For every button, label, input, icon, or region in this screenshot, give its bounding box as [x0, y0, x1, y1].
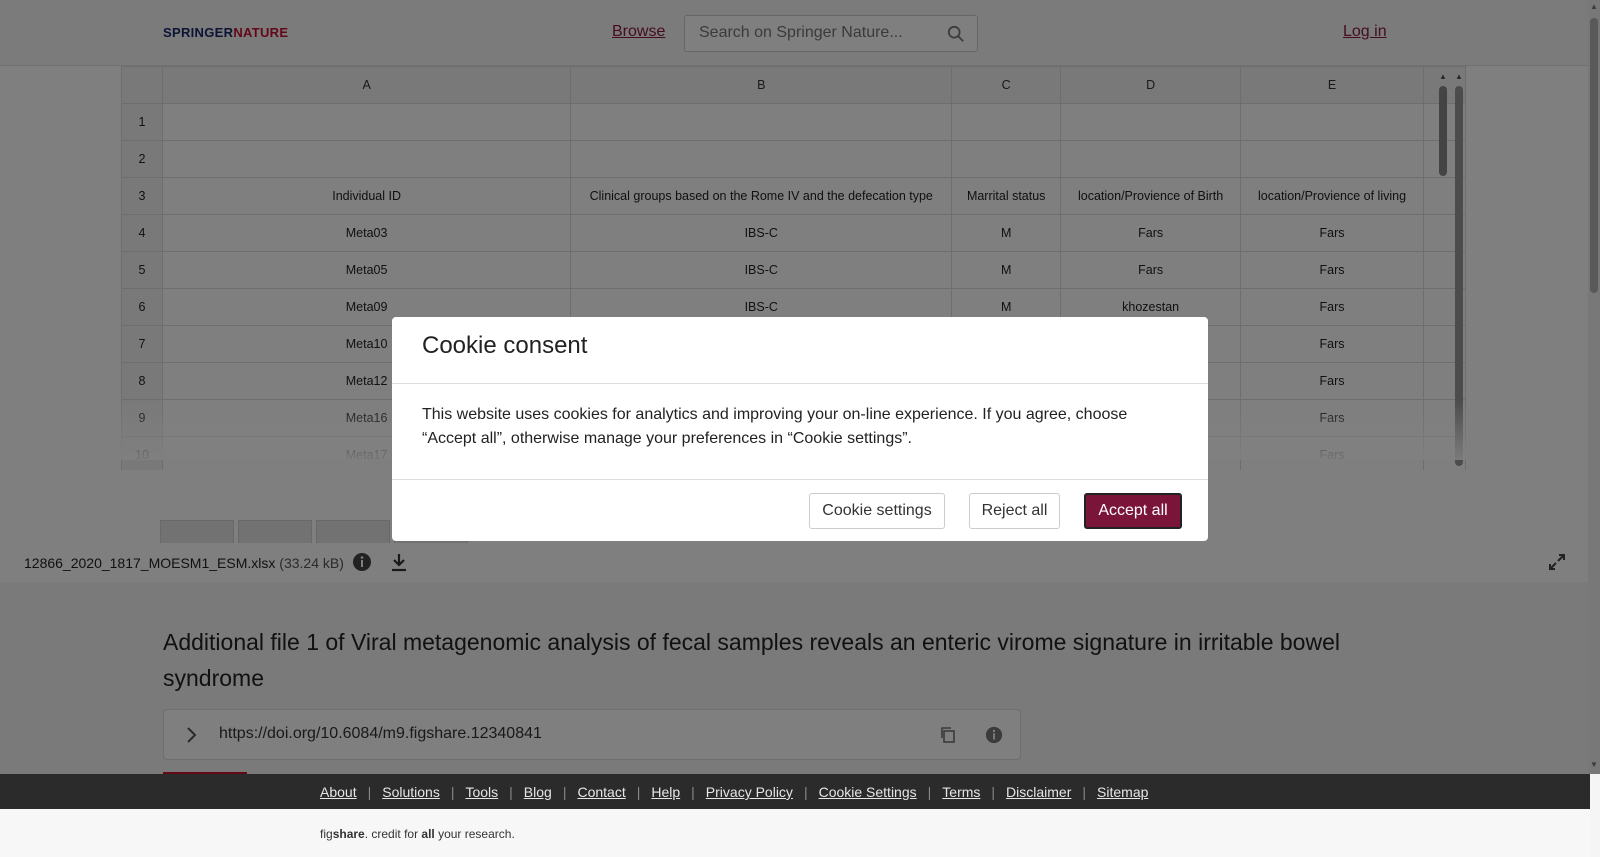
modal-backdrop: Cookie consent This website uses cookies… [0, 0, 1600, 774]
footer-link[interactable]: Cookie Settings [819, 784, 917, 800]
dialog-body: This website uses cookies for analytics … [422, 406, 1128, 447]
accept-all-button[interactable]: Accept all [1084, 493, 1182, 529]
reject-all-button[interactable]: Reject all [969, 493, 1060, 529]
footer-separator: | [991, 784, 996, 800]
footer-nav: About | Solutions | Tools | Blog | Contact | Help |… [0, 774, 1590, 809]
figshare-tagline: figshare. credit for all your research. [320, 827, 515, 841]
dialog-title: Cookie consent [422, 332, 588, 359]
footer-separator: | [367, 784, 372, 800]
footer-link[interactable]: Terms [942, 784, 980, 800]
cookie-consent-dialog: Cookie consent This website uses cookies… [392, 317, 1208, 541]
footer-separator: | [803, 784, 808, 800]
footer-separator: | [509, 784, 513, 800]
footer-link[interactable]: Contact [577, 784, 625, 800]
footer-link[interactable]: Blog [524, 784, 552, 800]
footer-link[interactable]: Sitemap [1097, 784, 1148, 800]
footer-separator: | [562, 784, 567, 800]
footer-separator: | [691, 784, 695, 800]
divider [392, 479, 1208, 480]
footer-separator: | [927, 784, 932, 800]
footer-link[interactable]: Solutions [382, 784, 440, 800]
footer-link[interactable]: Disclaimer [1006, 784, 1071, 800]
divider [392, 383, 1208, 384]
footer-separator: | [450, 784, 455, 800]
footer-separator: | [1082, 784, 1087, 800]
footer-separator: | [636, 784, 641, 800]
cookie-settings-button[interactable]: Cookie settings [809, 493, 945, 529]
footer-link[interactable]: Help [651, 784, 680, 800]
footer-links: About | Solutions | Tools | Blog | Contact | Help |… [320, 784, 1148, 800]
footer-bottom: figshare. credit for all your research. [0, 809, 1590, 857]
footer-link[interactable]: Tools [465, 784, 498, 800]
footer-link[interactable]: About [320, 784, 357, 800]
footer-link[interactable]: Privacy Policy [706, 784, 793, 800]
